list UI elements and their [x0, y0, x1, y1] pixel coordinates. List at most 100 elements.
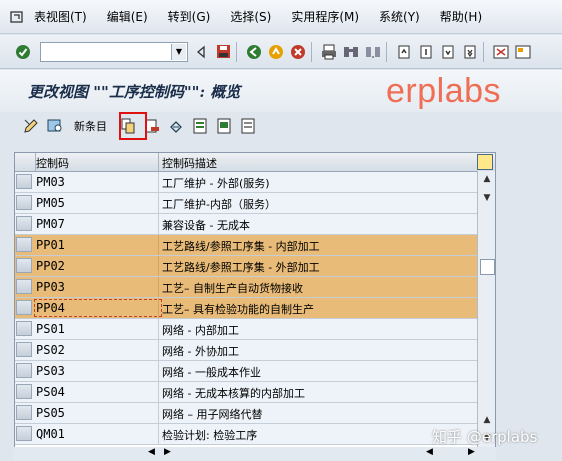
column-divider[interactable]	[158, 153, 159, 171]
back-icon[interactable]	[245, 43, 263, 61]
menu-goto[interactable]: 转到(G)	[168, 8, 211, 25]
menu-system[interactable]: 系统(Y)	[379, 8, 420, 25]
menu-utilities[interactable]: 实用程序(M)	[291, 8, 359, 25]
cell-description[interactable]: 网络 - 一般成本作业	[162, 364, 261, 380]
table-header: 控制码 控制码描述	[15, 153, 495, 172]
cell-description[interactable]: 网络 - 无成本核算的内部加工	[162, 385, 305, 401]
table-row[interactable]: PS01 网络 - 内部加工	[15, 319, 477, 340]
first-page-icon[interactable]	[395, 43, 413, 61]
cell-description[interactable]: 工艺路线/参照工序集 - 内部加工	[162, 238, 320, 254]
find-next-icon[interactable]	[364, 43, 382, 61]
row-selector[interactable]	[16, 279, 32, 294]
enter-check-icon[interactable]	[14, 43, 32, 61]
row-selector[interactable]	[16, 405, 32, 420]
cell-control-key[interactable]: PP02	[36, 259, 65, 273]
cell-control-key[interactable]: PM03	[36, 175, 65, 189]
menu-edit[interactable]: 编辑(E)	[107, 8, 148, 25]
row-selector[interactable]	[16, 258, 32, 273]
select-block-icon[interactable]	[215, 117, 233, 135]
row-selector[interactable]	[16, 321, 32, 336]
table-row[interactable]: PS04 网络 - 无成本核算的内部加工	[15, 382, 477, 403]
row-selector[interactable]	[16, 195, 32, 210]
row-selector[interactable]	[16, 237, 32, 252]
cell-control-key[interactable]: PM05	[36, 196, 65, 210]
standard-toolbar: ▼	[0, 35, 562, 69]
deselect-all-icon[interactable]	[239, 117, 257, 135]
scroll-left-icon[interactable]: ◀	[426, 447, 433, 457]
cell-description[interactable]: 工艺– 自制生产自动货物接收	[162, 280, 303, 296]
undo-change-icon[interactable]	[167, 117, 185, 135]
scroll-thumb[interactable]	[480, 259, 495, 275]
display-change-icon[interactable]	[22, 117, 40, 135]
previous-page-icon[interactable]	[417, 43, 435, 61]
table-row[interactable]: PM07 兼容设备 - 无成本	[15, 214, 477, 235]
row-selector[interactable]	[16, 216, 32, 231]
column-divider	[158, 361, 159, 381]
cell-description[interactable]: 工厂维护 - 外部(服务)	[162, 175, 270, 191]
cell-description[interactable]: 网络 - 内部加工	[162, 322, 239, 338]
shortcut-icon[interactable]	[514, 43, 532, 61]
cell-control-key[interactable]: PS03	[36, 364, 65, 378]
vertical-scrollbar[interactable]: ▲ ▼ ▲ ▼	[477, 171, 495, 460]
scroll-left-icon[interactable]: ◀	[148, 447, 155, 457]
exit-icon[interactable]	[267, 43, 285, 61]
table-row[interactable]: PM03 工厂维护 - 外部(服务)	[15, 172, 477, 193]
horizontal-scrollbar[interactable]: ◀ ▶ ◀ ▶	[14, 447, 496, 461]
scroll-up-icon[interactable]: ▲	[481, 174, 493, 186]
cell-description[interactable]: 工艺路线/参照工序集 - 外部加工	[162, 259, 320, 275]
cell-description[interactable]: 网络 - 外协加工	[162, 343, 239, 359]
cell-control-key[interactable]: QM01	[36, 427, 65, 441]
cell-control-key[interactable]: PS02	[36, 343, 65, 357]
menu-window-icon[interactable]	[8, 8, 26, 26]
table-row[interactable]: PP01 工艺路线/参照工序集 - 内部加工	[15, 235, 477, 256]
select-all-icon[interactable]	[191, 117, 209, 135]
scroll-step-up-icon[interactable]: ▼	[481, 193, 493, 205]
table-row[interactable]: PS03 网络 - 一般成本作业	[15, 361, 477, 382]
cell-description[interactable]: 网络 – 用子网络代替	[162, 406, 263, 422]
table-row[interactable]: PS05 网络 – 用子网络代替	[15, 403, 477, 424]
scroll-right-icon[interactable]: ▶	[468, 447, 475, 457]
table-row[interactable]: PS02 网络 - 外协加工	[15, 340, 477, 361]
row-selector[interactable]	[16, 300, 32, 315]
row-selector[interactable]	[16, 426, 32, 441]
cell-control-key[interactable]: PS05	[36, 406, 65, 420]
row-selector[interactable]	[16, 384, 32, 399]
new-entries-button[interactable]: 新条目	[74, 118, 107, 134]
row-selector[interactable]	[16, 342, 32, 357]
back-arrow-icon[interactable]	[192, 43, 210, 61]
cell-control-key[interactable]: PS04	[36, 385, 65, 399]
menu-help[interactable]: 帮助(H)	[440, 8, 482, 25]
table-row[interactable]: PP04 工艺– 具有检验功能的自制生产	[15, 298, 477, 319]
chevron-down-icon[interactable]: ▼	[171, 43, 186, 60]
command-field[interactable]: ▼	[40, 41, 188, 62]
menu-selection[interactable]: 选择(S)	[230, 8, 271, 25]
cell-control-key[interactable]: PS01	[36, 322, 65, 336]
other-view-icon[interactable]	[46, 117, 64, 135]
scroll-right-icon[interactable]: ▶	[164, 447, 171, 457]
cell-description[interactable]: 检验计划: 检验工序	[162, 427, 257, 443]
cell-control-key[interactable]: PP03	[36, 280, 65, 294]
column-header-description[interactable]: 控制码描述	[162, 155, 217, 171]
select-all-column[interactable]	[15, 153, 36, 171]
cell-control-key[interactable]: PP01	[36, 238, 65, 252]
save-icon[interactable]	[214, 43, 232, 61]
row-selector[interactable]	[16, 363, 32, 378]
menu-table-view[interactable]: 表视图(T)	[34, 8, 87, 25]
table-row[interactable]: QM01 检验计划: 检验工序	[15, 424, 477, 445]
cancel-icon[interactable]	[289, 43, 307, 61]
table-settings-icon[interactable]	[477, 154, 493, 170]
table-row[interactable]: PM05 工厂维护-内部（服务）	[15, 193, 477, 214]
cell-description[interactable]: 工厂维护-内部（服务）	[162, 196, 276, 212]
new-session-icon[interactable]	[492, 43, 510, 61]
table-row[interactable]: PP03 工艺– 自制生产自动货物接收	[15, 277, 477, 298]
cell-control-key[interactable]: PM07	[36, 217, 65, 231]
find-icon[interactable]	[342, 43, 360, 61]
column-header-control-key[interactable]: 控制码	[36, 155, 69, 171]
last-page-icon[interactable]	[461, 43, 479, 61]
table-row[interactable]: PP02 工艺路线/参照工序集 - 外部加工	[15, 256, 477, 277]
print-icon[interactable]	[320, 43, 338, 61]
next-page-icon[interactable]	[439, 43, 457, 61]
cell-description[interactable]: 兼容设备 - 无成本	[162, 217, 250, 233]
row-selector[interactable]	[16, 174, 32, 189]
cell-description[interactable]: 工艺– 具有检验功能的自制生产	[162, 301, 314, 317]
